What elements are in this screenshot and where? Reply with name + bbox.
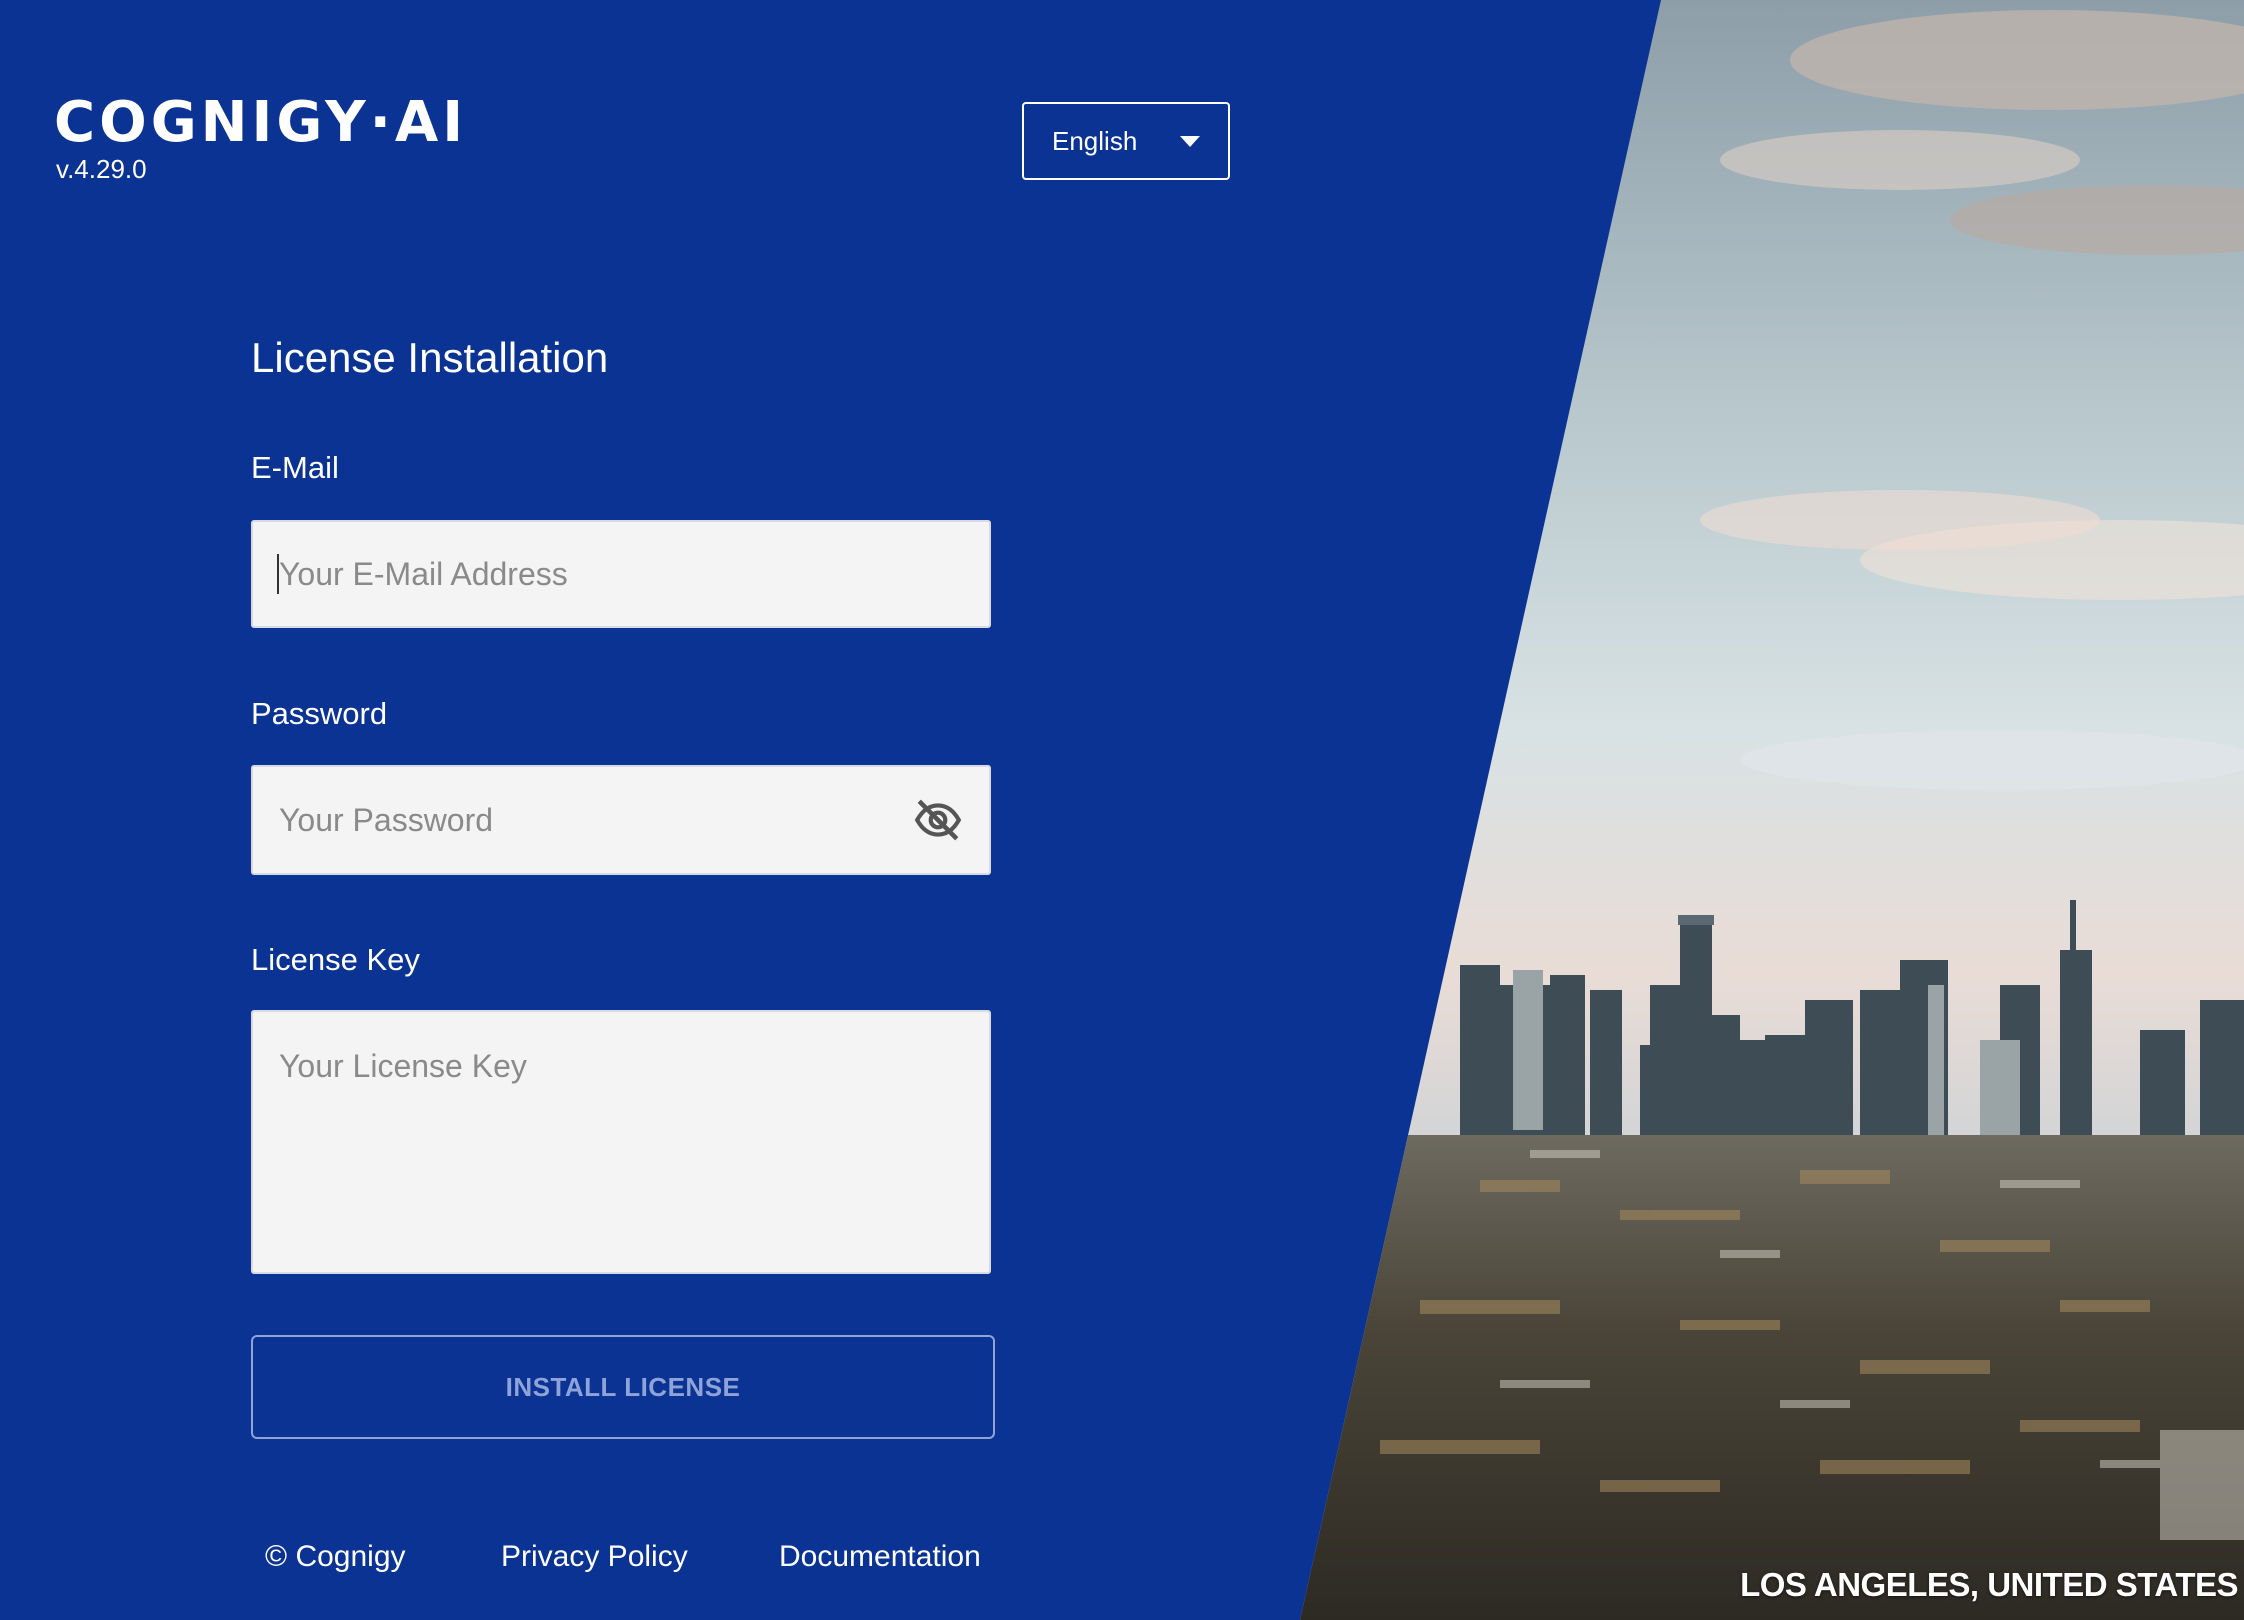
email-field[interactable] — [253, 522, 989, 626]
copyright-link[interactable]: © Cognigy — [265, 1540, 406, 1574]
email-field-container — [251, 520, 991, 628]
license-key-label: License Key — [251, 942, 420, 977]
version-label: v.4.29.0 — [56, 154, 147, 184]
password-label: Password — [251, 696, 388, 731]
documentation-link[interactable]: Documentation — [779, 1540, 981, 1574]
license-key-field[interactable] — [253, 1012, 989, 1272]
city-background-image: LOS ANGELES, UNITED STATES — [1300, 0, 2244, 1620]
privacy-policy-link[interactable]: Privacy Policy — [501, 1540, 688, 1574]
email-label: E-Mail — [251, 450, 339, 485]
text-caret — [277, 554, 279, 594]
install-license-button[interactable]: INSTALL LICENSE — [251, 1335, 995, 1439]
license-key-field-container — [251, 1010, 991, 1274]
eye-slash-icon[interactable] — [913, 795, 963, 845]
password-field-container — [251, 765, 991, 875]
language-select-value: English — [1052, 125, 1138, 156]
language-select[interactable]: English — [1022, 102, 1230, 180]
password-field[interactable] — [253, 767, 989, 873]
chevron-down-icon — [1180, 135, 1200, 147]
page-title: License Installation — [251, 334, 609, 381]
location-caption: LOS ANGELES, UNITED STATES — [1740, 1566, 2238, 1603]
cognigy-logo: COGNIGY·AI — [54, 90, 468, 155]
